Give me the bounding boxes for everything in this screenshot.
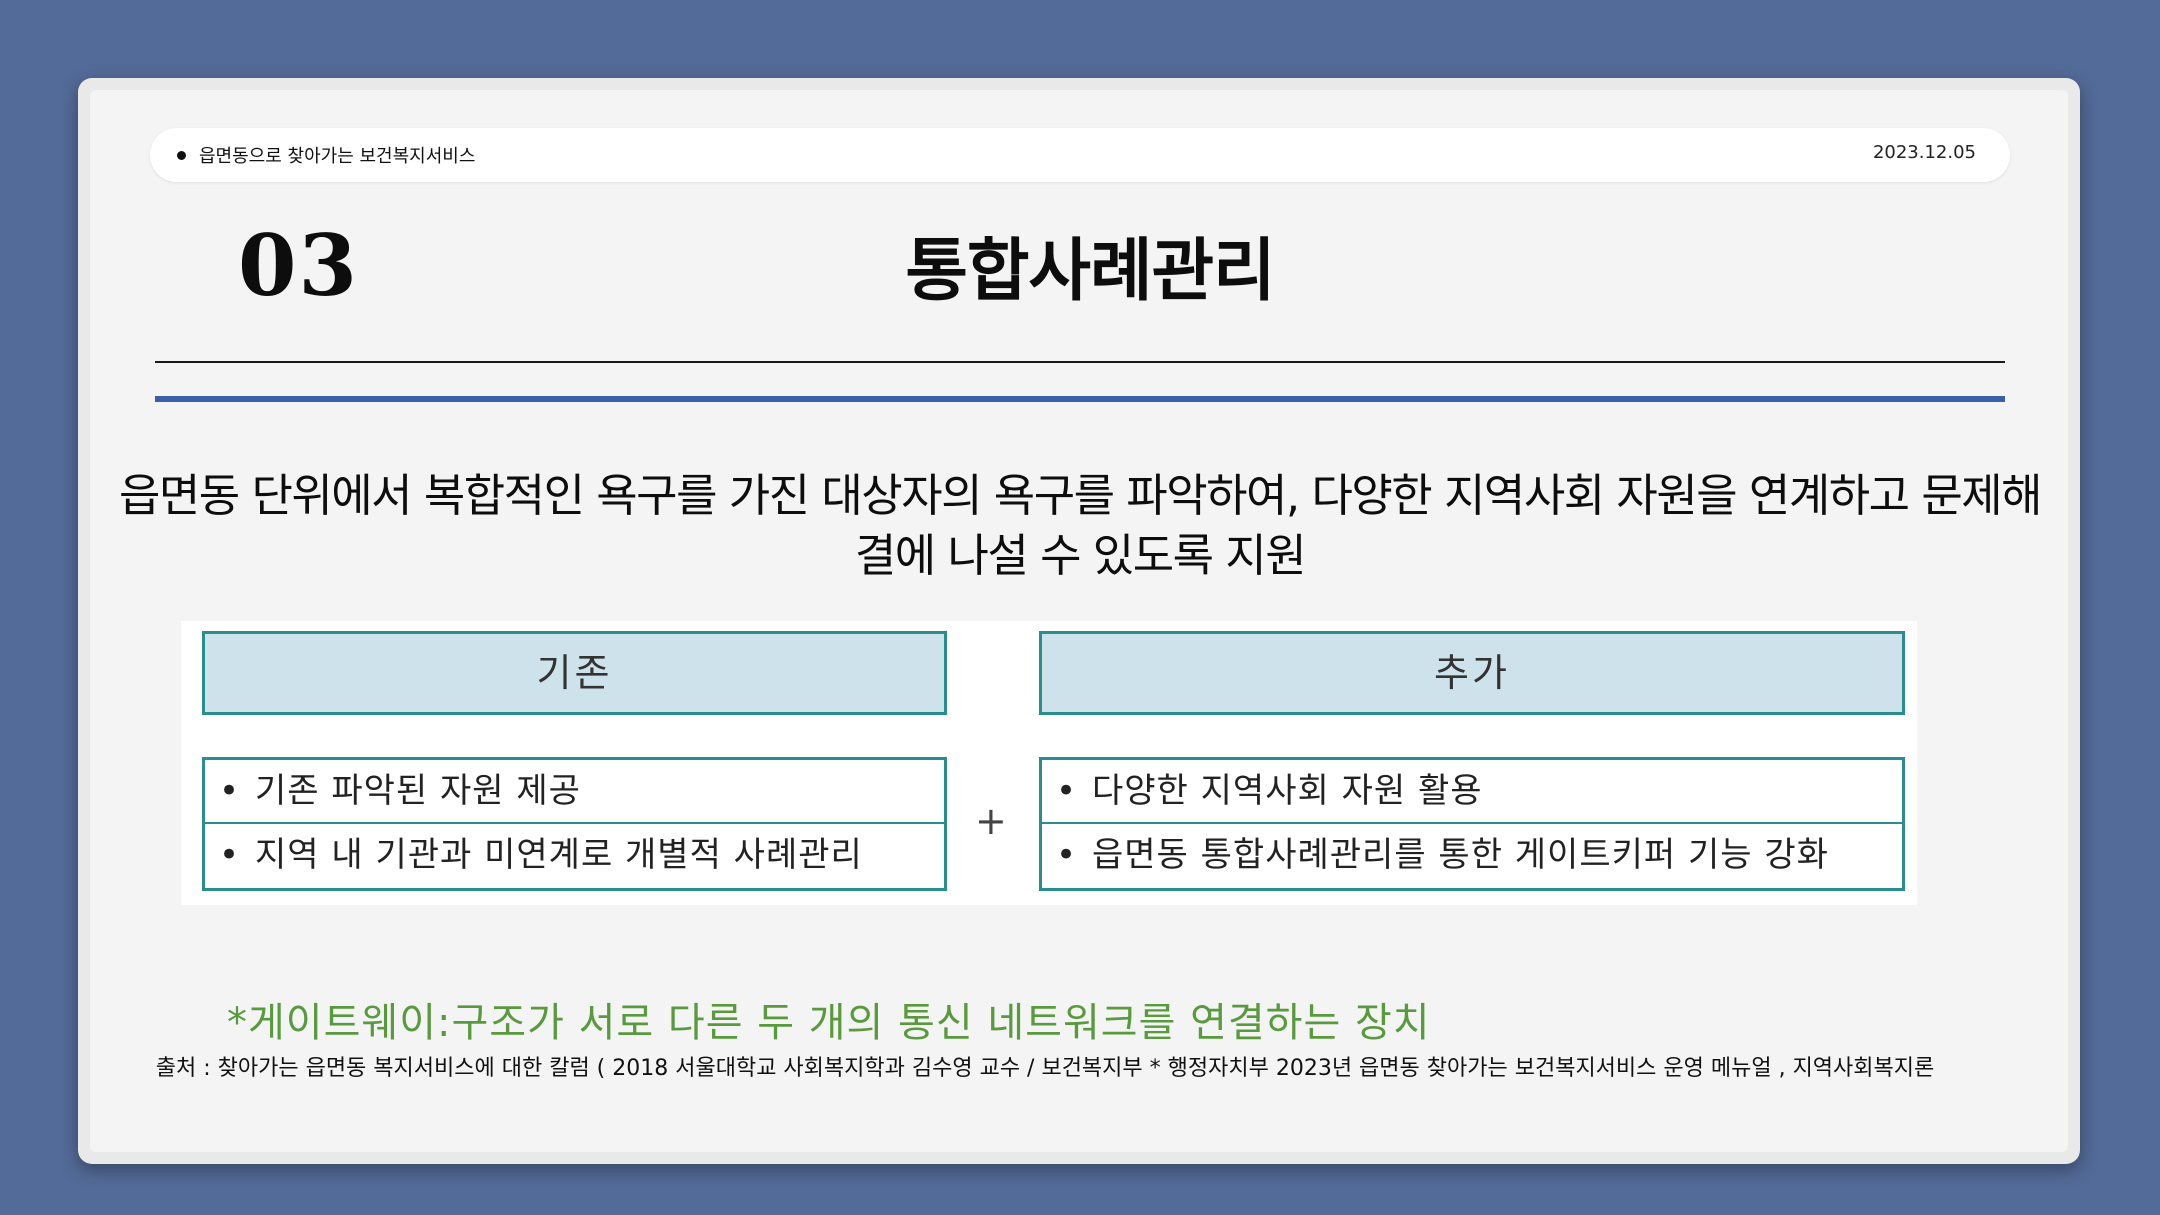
bullet-icon: • — [219, 835, 241, 875]
existing-header: 기존 — [202, 631, 947, 715]
bullet-icon: • — [219, 771, 241, 811]
added-list: • 다양한 지역사회 자원 활용 • 읍면동 통합사례관리를 통한 게이트키퍼 기능… — [1039, 757, 1905, 891]
list-item: • 다양한 지역사회 자원 활용 — [1042, 760, 1902, 824]
gateway-note: *게이트웨이:구조가 서로 다른 두 개의 통신 네트워크를 연결하는 장치 — [227, 1000, 1431, 1046]
list-item-text: 기존 파악된 자원 제공 — [255, 771, 581, 811]
list-item: • 읍면동 통합사례관리를 통한 게이트키퍼 기능 강화 — [1042, 824, 1902, 888]
divider-black — [155, 361, 2005, 363]
list-item-text: 지역 내 기관과 미연계로 개별적 사례관리 — [255, 835, 863, 875]
list-item-text: 다양한 지역사회 자원 활용 — [1092, 771, 1483, 811]
header-bar: 읍면동으로 찾아가는 보건복지서비스 2023.12.05 — [150, 128, 2010, 182]
bullet-icon: • — [1056, 771, 1078, 811]
source-citation: 출처 : 찾아가는 읍면동 복지서비스에 대한 칼럼 ( 2018 서울대학교 … — [155, 1056, 1935, 1081]
comparison-figure: 기존 추가 • 기존 파악된 자원 제공 • 지역 내 기관과 미연계로 개별적 사… — [181, 621, 1917, 905]
plus-icon: + — [975, 799, 1007, 843]
divider-blue — [155, 396, 2005, 402]
bullet-dot-icon — [177, 151, 186, 160]
description-text: 읍면동 단위에서 복합적인 욕구를 가진 대상자의 욕구를 파악하여, 다양한 … — [118, 469, 2043, 582]
list-item: • 지역 내 기관과 미연계로 개별적 사례관리 — [205, 824, 944, 888]
header-title: 읍면동으로 찾아가는 보건복지서비스 — [199, 146, 476, 167]
list-item: • 기존 파악된 자원 제공 — [205, 760, 944, 824]
existing-list: • 기존 파악된 자원 제공 • 지역 내 기관과 미연계로 개별적 사례관리 — [202, 757, 947, 891]
bullet-icon: • — [1056, 835, 1078, 875]
added-header: 추가 — [1039, 631, 1905, 715]
header-date: 2023.12.05 — [1872, 142, 1976, 163]
section-title: 통합사례관리 — [905, 232, 1275, 311]
section-number: 03 — [238, 216, 359, 315]
list-item-text: 읍면동 통합사례관리를 통한 게이트키퍼 기능 강화 — [1092, 835, 1829, 875]
